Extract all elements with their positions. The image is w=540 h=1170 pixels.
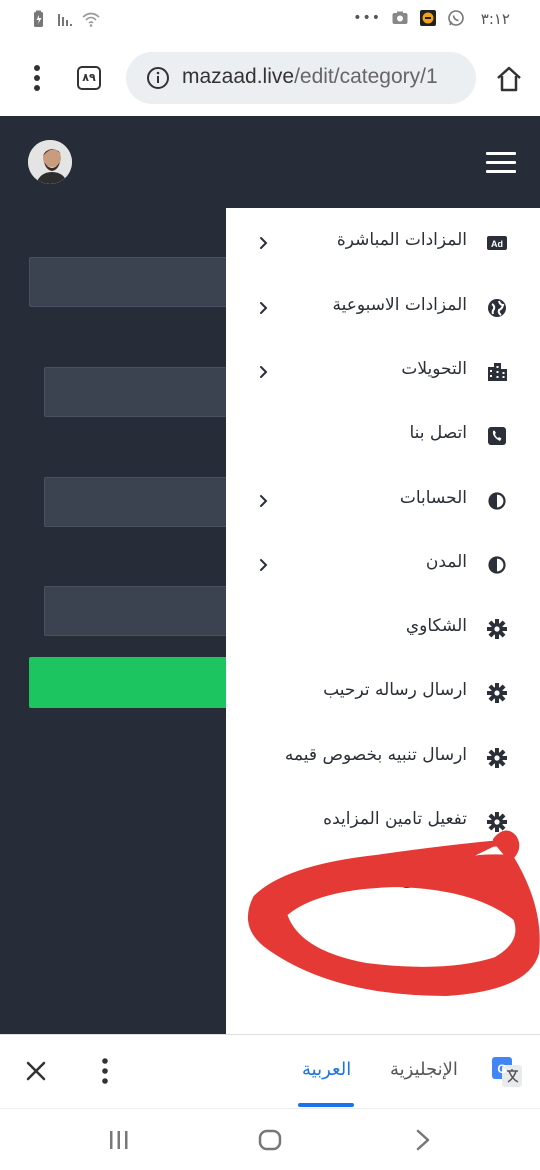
avatar-image bbox=[28, 140, 72, 184]
wifi-icon bbox=[82, 12, 100, 27]
status-left-icons bbox=[30, 10, 100, 28]
recents-icon[interactable] bbox=[106, 1127, 132, 1153]
svg-text:G: G bbox=[497, 1062, 506, 1076]
close-icon[interactable] bbox=[24, 1059, 48, 1083]
menu-dots-icon[interactable] bbox=[22, 62, 52, 94]
url-text: mazaad.live/edit/category/1 bbox=[182, 65, 438, 89]
web-page: المزادات اليوميهالمزادات المباشرةAdالمزا… bbox=[0, 116, 540, 1034]
translate-bar: العربية الإنجليزية G bbox=[0, 1034, 540, 1108]
whatsapp-icon bbox=[448, 10, 464, 26]
google-translate-icon[interactable]: G bbox=[492, 1057, 522, 1087]
tab-target-language[interactable]: العربية bbox=[302, 1059, 351, 1080]
form-input-1[interactable] bbox=[29, 257, 249, 307]
home-icon[interactable] bbox=[494, 64, 524, 94]
status-right-icons: ••• bbox=[353, 9, 465, 27]
home-button-icon[interactable] bbox=[257, 1127, 283, 1153]
hamburger-menu-button[interactable] bbox=[486, 152, 516, 176]
hamburger-line bbox=[486, 152, 516, 155]
sidebar-menu: المزادات اليوميهالمزادات المباشرةAdالمزا… bbox=[226, 208, 540, 1034]
system-navigation-bar bbox=[0, 1108, 540, 1170]
tab-source-language[interactable]: الإنجليزية bbox=[390, 1059, 458, 1080]
hamburger-line bbox=[486, 170, 516, 173]
avatar[interactable] bbox=[28, 140, 72, 184]
hamburger-line bbox=[486, 161, 516, 164]
info-icon[interactable] bbox=[146, 66, 170, 90]
more-notifications-indicator: ••• bbox=[353, 10, 381, 26]
url-path: /edit/category/1 bbox=[294, 65, 438, 88]
form-input-2[interactable] bbox=[44, 367, 249, 417]
address-bar[interactable]: mazaad.live/edit/category/1 bbox=[126, 52, 476, 104]
app-icon bbox=[420, 10, 436, 26]
signal-icon bbox=[58, 14, 72, 26]
status-time: ٣:١٢ bbox=[480, 10, 510, 28]
url-host: mazaad.live bbox=[182, 65, 295, 88]
status-bar: ••• ٣:١٢ bbox=[0, 0, 540, 40]
browser-toolbar: ٨٩ mazaad.live/edit/category/1 bbox=[0, 40, 540, 116]
camera-icon bbox=[392, 11, 408, 24]
tab-switcher-button[interactable]: ٨٩ bbox=[77, 66, 101, 90]
selected-tab-indicator bbox=[298, 1103, 354, 1107]
form-input-3[interactable] bbox=[44, 477, 249, 527]
back-icon[interactable] bbox=[410, 1127, 436, 1153]
submit-button[interactable] bbox=[29, 657, 249, 708]
red-circle-annotation bbox=[248, 830, 540, 996]
more-vert-icon[interactable] bbox=[96, 1057, 114, 1085]
battery-charging-icon bbox=[34, 10, 43, 27]
form-input-4[interactable] bbox=[44, 586, 249, 636]
